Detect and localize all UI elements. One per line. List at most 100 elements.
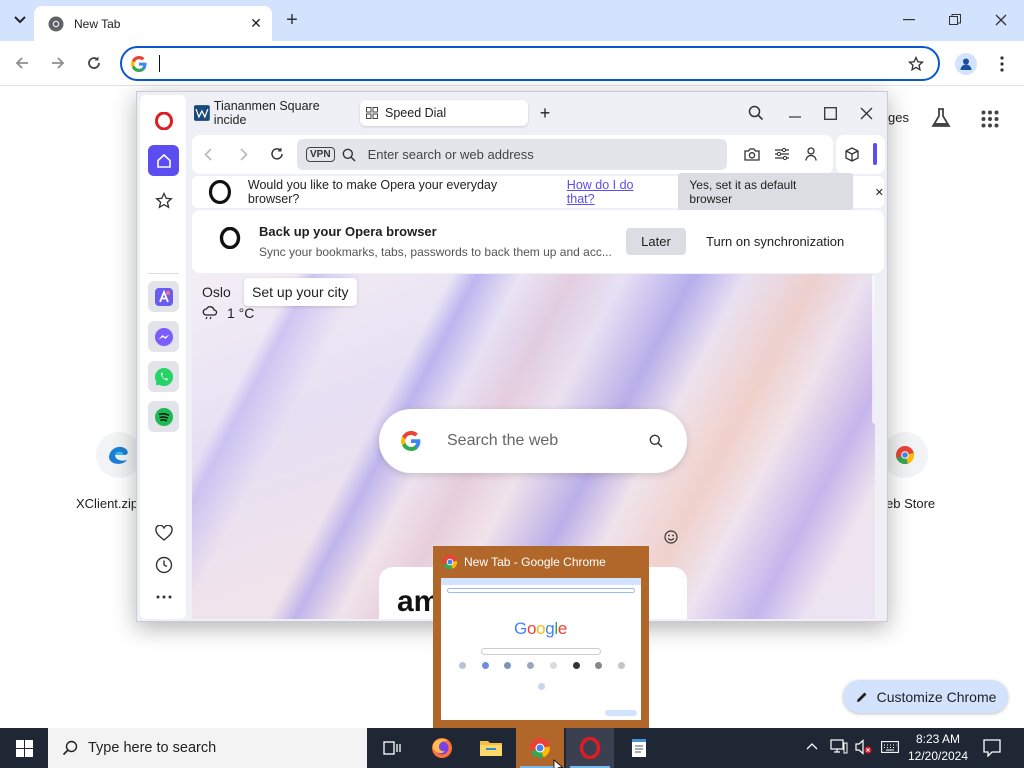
mouse-cursor-icon: [553, 759, 563, 768]
bookmark-star-icon[interactable]: [908, 55, 924, 72]
labs-flask-icon[interactable]: [930, 107, 952, 129]
default-browser-prompt: Would you like to make Opera your everyd…: [247, 178, 498, 206]
taskbar-opera[interactable]: [566, 728, 614, 768]
sidebar-history-button[interactable]: [148, 549, 179, 580]
close-tab-icon[interactable]: ✕: [244, 12, 268, 36]
sidebar-more-button[interactable]: [148, 581, 179, 612]
opera-logo-icon[interactable]: [148, 105, 179, 136]
notifications-icon[interactable]: [983, 739, 1001, 757]
network-icon[interactable]: [830, 739, 848, 755]
clock-date: 12/20/2024: [907, 749, 969, 763]
opera-back-icon[interactable]: [204, 148, 212, 161]
opera-tab-speed-dial[interactable]: Speed Dial: [360, 100, 528, 126]
tab-search-button[interactable]: [8, 9, 32, 31]
restore-button[interactable]: [932, 6, 978, 34]
taskbar-thumbnail-preview[interactable]: New Tab - Google Chrome Google: [433, 546, 649, 728]
default-browser-bar: Would you like to make Opera your everyd…: [192, 173, 884, 211]
sidebar-messenger-button[interactable]: [148, 321, 179, 352]
chrome-menu-icon[interactable]: [996, 53, 1008, 75]
sidebar-whatsapp-button[interactable]: [148, 361, 179, 392]
omnibox[interactable]: [120, 46, 940, 81]
opera-tab-tiananmen[interactable]: Tiananmen Square incide: [194, 99, 354, 127]
sidebar-pinboard-button[interactable]: [148, 185, 179, 216]
web-search-box[interactable]: Search the web: [379, 409, 687, 473]
camera-icon[interactable]: [744, 147, 760, 161]
new-tab-button[interactable]: +: [280, 8, 304, 32]
sidebar-aria-button[interactable]: [148, 281, 179, 312]
sync-prompt: Back up your Opera browser Sync your boo…: [192, 210, 884, 273]
taskbar-file-explorer[interactable]: [467, 728, 515, 768]
opera-tab-search-icon[interactable]: [748, 100, 764, 126]
customize-chrome-label: Customize Chrome: [876, 688, 997, 705]
opera-reload-icon[interactable]: [270, 147, 284, 161]
profile-avatar-icon[interactable]: [955, 53, 977, 75]
taskbar-firefox[interactable]: [418, 728, 466, 768]
customize-chrome-button[interactable]: Customize Chrome: [843, 680, 1008, 713]
turn-on-sync-button[interactable]: Turn on synchronization: [706, 234, 844, 249]
taskbar-notepad[interactable]: [615, 728, 663, 768]
clock-icon: [155, 556, 172, 573]
start-button[interactable]: [0, 728, 48, 768]
search-icon: [342, 148, 356, 162]
later-button[interactable]: Later: [626, 228, 686, 255]
close-window-button[interactable]: [978, 6, 1024, 34]
thumb-add-shortcut: [538, 683, 545, 690]
notepad-icon: [632, 739, 646, 757]
chrome-tab-newtab[interactable]: New Tab ✕: [34, 6, 272, 41]
opera-toolbar: VPN Enter search or web address: [192, 135, 833, 174]
search-icon: [62, 740, 78, 756]
reload-button[interactable]: [80, 49, 108, 77]
preview-title: New Tab - Google Chrome: [464, 555, 606, 569]
how-do-i-link[interactable]: How do I do that?: [567, 178, 665, 206]
scrollbar-thumb[interactable]: [872, 274, 875, 424]
opera-maximize-button[interactable]: [824, 100, 837, 126]
taskbar-clock[interactable]: 8:23 AM 12/20/2024: [903, 731, 973, 765]
taskbar-search-box[interactable]: Type here to search: [48, 728, 367, 768]
opera-address-placeholder: Enter search or web address: [367, 147, 534, 162]
opera-address-bar[interactable]: VPN Enter search or web address: [297, 139, 727, 170]
chrome-icon: [48, 16, 64, 31]
web-search-placeholder: Search the web: [447, 432, 559, 449]
minimize-button[interactable]: [886, 6, 932, 34]
chrome-icon: [442, 554, 458, 570]
keyboard-icon[interactable]: [881, 741, 899, 753]
set-default-button[interactable]: Yes, set it as default browser: [678, 173, 853, 211]
task-view-icon: [383, 741, 401, 755]
opera-forward-icon[interactable]: [240, 148, 248, 161]
opera-icon: [579, 737, 601, 759]
arrow-right-icon: [52, 57, 65, 69]
vpn-badge[interactable]: VPN: [306, 147, 335, 162]
apps-grid-icon[interactable]: [981, 110, 999, 128]
ntp-partial-link[interactable]: ges: [888, 110, 909, 125]
setup-city-tooltip[interactable]: Set up your city: [244, 278, 357, 306]
ntp-shortcut-webstore[interactable]: [882, 432, 928, 478]
speed-dial-grid-icon: [366, 107, 378, 119]
sidebar-spotify-button[interactable]: [148, 401, 179, 432]
thumb-customize: [605, 710, 637, 716]
more-dots-icon: [156, 595, 171, 598]
task-view-button[interactable]: [368, 728, 416, 768]
google-g-icon: [401, 431, 421, 451]
opera-close-button[interactable]: [860, 100, 873, 126]
text-caret: [159, 55, 160, 72]
sync-title: Back up your Opera browser: [259, 224, 437, 239]
extensions-cube-icon[interactable]: [845, 147, 859, 162]
easy-setup-icon[interactable]: [775, 147, 789, 161]
close-bar-icon[interactable]: ✕: [875, 186, 884, 199]
sidebar-home-button[interactable]: [148, 145, 179, 176]
whatsapp-icon: [154, 367, 173, 386]
forward-button[interactable]: [44, 49, 72, 77]
sidebar-heart-button[interactable]: [148, 517, 179, 548]
firefox-icon: [432, 738, 452, 758]
ntp-shortcut-label: eb Store: [886, 496, 936, 511]
thumb-shortcuts: [459, 662, 625, 672]
arrow-left-icon: [15, 57, 28, 69]
smiley-icon[interactable]: [664, 530, 678, 544]
profile-icon[interactable]: [805, 147, 817, 161]
preview-title-row: New Tab - Google Chrome: [442, 554, 606, 570]
opera-new-tab-button[interactable]: +: [537, 100, 553, 126]
opera-minimize-button[interactable]: [789, 100, 801, 126]
show-hidden-icons-icon[interactable]: [806, 741, 818, 751]
back-button[interactable]: [8, 49, 36, 77]
volume-muted-icon[interactable]: [855, 739, 873, 755]
